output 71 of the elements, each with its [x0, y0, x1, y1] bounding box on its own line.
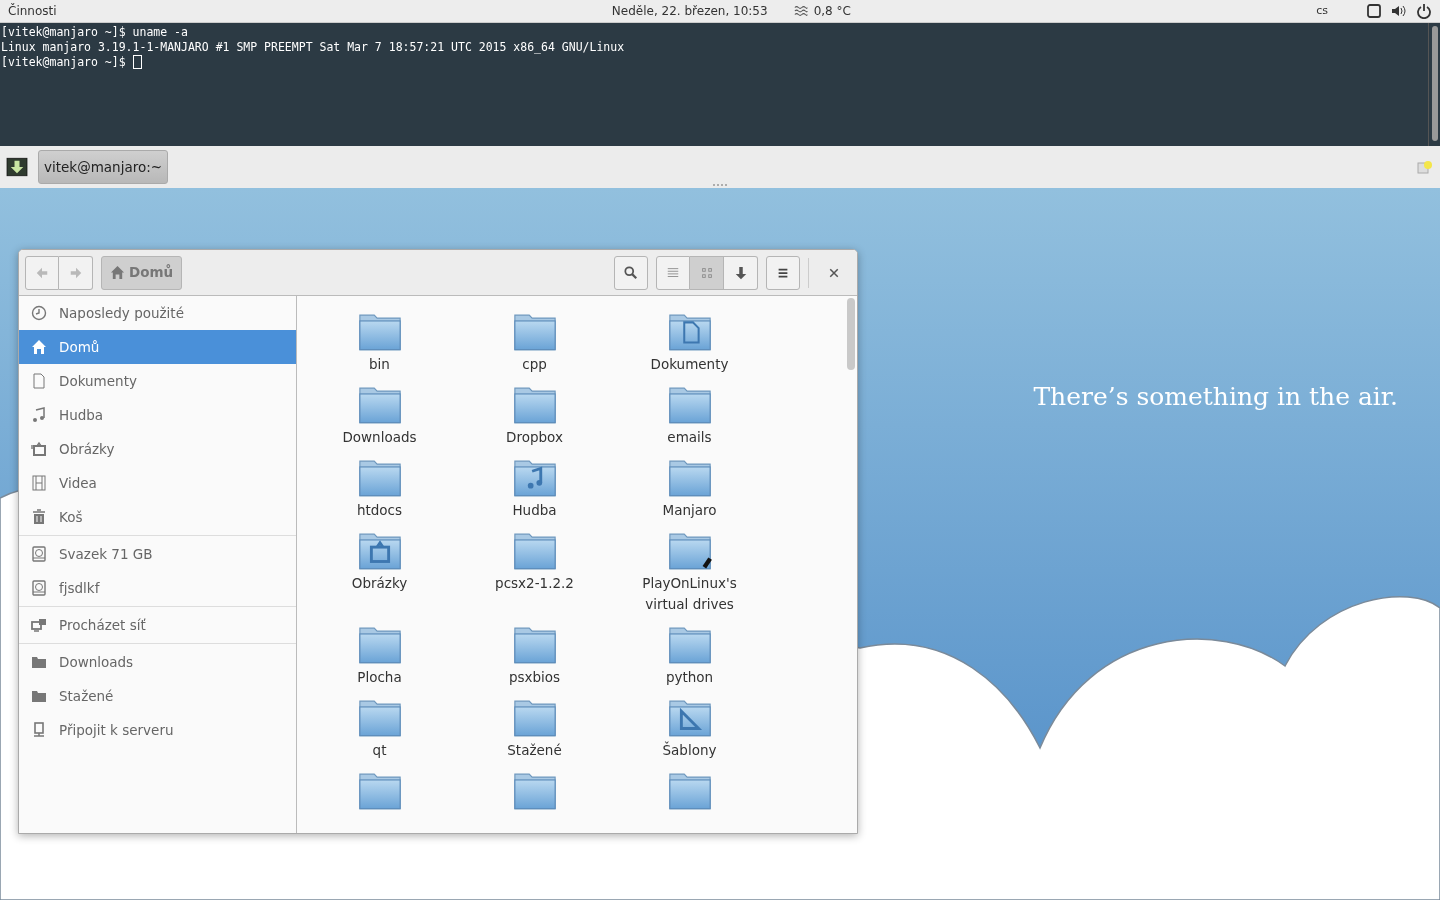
- drive-icon: [31, 580, 47, 596]
- scrollbar-thumb[interactable]: [847, 298, 855, 370]
- file-item[interactable]: Šablony: [612, 694, 767, 761]
- sidebar-item[interactable]: Dokumenty: [19, 364, 296, 398]
- file-item[interactable]: Stažené: [457, 694, 612, 761]
- clock-icon: [31, 305, 47, 321]
- file-item[interactable]: emails: [612, 381, 767, 448]
- file-item[interactable]: bin: [302, 308, 457, 375]
- list-view-button[interactable]: [656, 255, 690, 290]
- file-item[interactable]: pcsx2-1.2.2: [457, 527, 612, 615]
- sidebar-item[interactable]: Obrázky: [19, 432, 296, 466]
- document-icon: [31, 373, 47, 389]
- list-icon: [666, 265, 680, 280]
- wallpaper-slogan: There’s something in the air.: [1033, 381, 1398, 413]
- sidebar-item[interactable]: Procházet síť: [19, 608, 296, 642]
- sidebar-item[interactable]: Koš: [19, 500, 296, 534]
- arrow-left-icon: [35, 265, 49, 280]
- file-item[interactable]: Hudba: [457, 454, 612, 521]
- home-icon: [110, 265, 125, 280]
- arrow-down-icon: [733, 265, 748, 280]
- search-icon: [624, 265, 638, 280]
- network-icon: [31, 617, 47, 633]
- file-item[interactable]: Dokumenty: [612, 308, 767, 375]
- terminal-app-icon[interactable]: [4, 157, 30, 177]
- file-item[interactable]: Obrázky: [302, 527, 457, 615]
- file-item[interactable]: cpp: [457, 308, 612, 375]
- file-item[interactable]: Dropbox: [457, 381, 612, 448]
- cursor: [132, 55, 142, 69]
- fog-icon: [791, 4, 810, 18]
- window-icon[interactable]: [1366, 3, 1382, 19]
- folder-icon: [31, 654, 47, 670]
- file-item[interactable]: Manjaro: [612, 454, 767, 521]
- sidebar-item[interactable]: fjsdlkf: [19, 571, 296, 605]
- terminal-output: [vitek@manjaro ~]$ uname -a Linux manjaro 3.19.1-1-MANJARO #1 SMP PREEMPT Sat Mar 7 18:57:21 UTC 2015 x86_64 GNU/Linux [vitek@manjaro ~]$: [0, 23, 1428, 146]
- folder-icon: [31, 688, 47, 704]
- search-button[interactable]: [614, 255, 648, 290]
- file-item[interactable]: python: [612, 621, 767, 688]
- file-item[interactable]: qt: [302, 694, 457, 761]
- server-icon: [31, 722, 47, 738]
- film-icon: [31, 475, 47, 491]
- file-item[interactable]: psxbios: [457, 621, 612, 688]
- activities-button[interactable]: Činnosti: [8, 2, 57, 20]
- terminal-scrollbar[interactable]: [1428, 23, 1440, 146]
- arrow-right-icon: [68, 265, 83, 280]
- file-item[interactable]: Plocha: [302, 621, 457, 688]
- grid-icon: [699, 265, 714, 280]
- picture-icon: [31, 441, 47, 457]
- clock[interactable]: Neděle, 22. březen, 10:53: [611, 2, 768, 20]
- sort-button[interactable]: [724, 255, 758, 290]
- sidebar-item[interactable]: Svazek 71 GB: [19, 537, 296, 571]
- sidebar-item[interactable]: Hudba: [19, 398, 296, 432]
- volume-icon[interactable]: [1390, 3, 1408, 19]
- sidebar-item[interactable]: Stažené: [19, 679, 296, 713]
- home-icon: [31, 339, 47, 355]
- weather-temperature[interactable]: 0,8 °C: [813, 2, 851, 20]
- sidebar-item[interactable]: Videa: [19, 466, 296, 500]
- drive-icon: [31, 546, 47, 562]
- tray-notification-icon[interactable]: [1417, 159, 1433, 175]
- power-icon[interactable]: [1416, 3, 1432, 19]
- trash-icon: [31, 509, 47, 525]
- music-icon: [31, 407, 47, 423]
- file-item[interactable]: htdocs: [302, 454, 457, 521]
- file-item[interactable]: Downloads: [302, 381, 457, 448]
- taskbar-window-button[interactable]: vitek@manjaro:~: [38, 149, 169, 185]
- menu-button[interactable]: [766, 255, 800, 290]
- file-item[interactable]: PlayOnLinux's virtual drives: [612, 527, 767, 615]
- keyboard-layout[interactable]: cs: [1316, 2, 1328, 20]
- close-icon: [828, 266, 840, 279]
- sidebar-item[interactable]: Downloads: [19, 645, 296, 679]
- sidebar-item[interactable]: Připojit k serveru: [19, 713, 296, 747]
- sidebar-item[interactable]: Naposledy použité: [19, 296, 296, 330]
